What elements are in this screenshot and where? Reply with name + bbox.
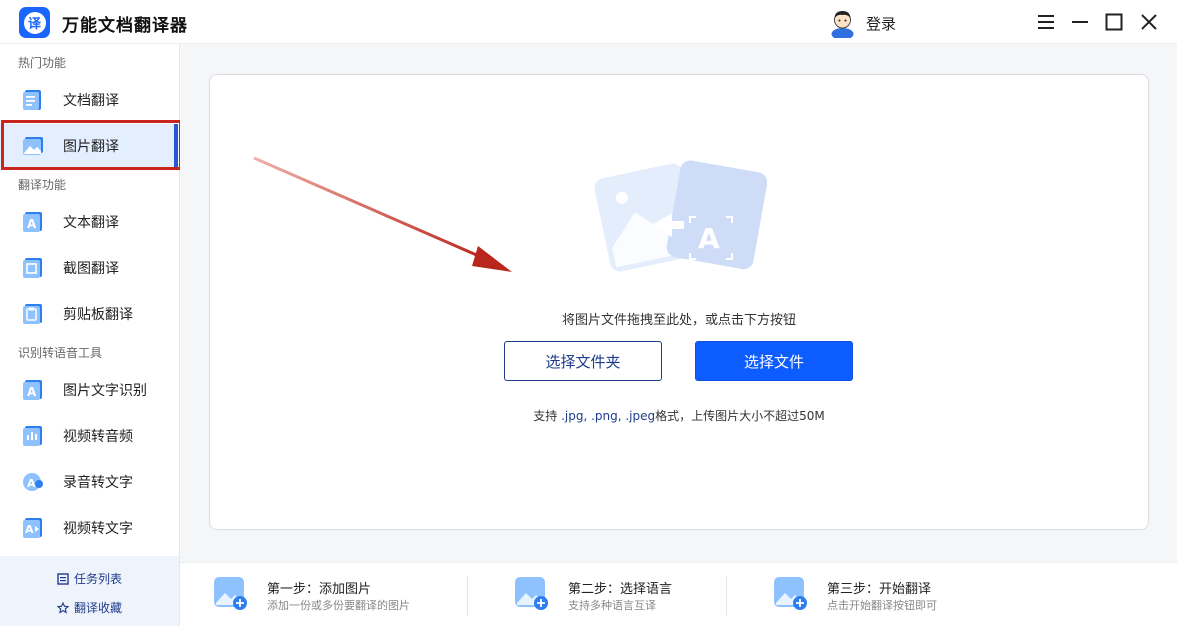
sidebar-item-label: 录音转文字 bbox=[63, 475, 133, 491]
support-formats: .jpg, .png, .jpeg bbox=[557, 409, 656, 423]
image-translate-illustration-icon: A bbox=[594, 160, 767, 272]
close-icon bbox=[1141, 14, 1157, 30]
svg-text:A: A bbox=[27, 477, 36, 490]
sidebar-item-label: 文档翻译 bbox=[63, 93, 119, 109]
drop-zone[interactable] bbox=[209, 74, 1149, 530]
menu-button[interactable] bbox=[1034, 10, 1058, 34]
step-desc: 点击开始翻译按钮即可 bbox=[827, 599, 937, 612]
support-prefix: 支持 bbox=[533, 409, 558, 423]
minimize-icon bbox=[1072, 21, 1088, 23]
sidebar: 热门功能 文档翻译 图片翻译 翻译功能 A 文本翻译 截图翻译 剪贴板翻译 识别… bbox=[0, 44, 180, 626]
select-file-button[interactable]: 选择文件 bbox=[695, 341, 853, 381]
sidebar-item-clipboard-translate[interactable]: 剪贴板翻译 bbox=[0, 292, 178, 336]
ocr-icon: A bbox=[23, 380, 42, 400]
step-divider bbox=[726, 576, 727, 616]
sidebar-item-label: 视频转音频 bbox=[63, 429, 133, 445]
sidebar-item-label: 图片文字识别 bbox=[63, 383, 147, 399]
app-logo-glyph: 译 bbox=[23, 11, 46, 34]
video-audio-icon bbox=[23, 426, 42, 446]
language-icon bbox=[515, 577, 548, 610]
select-folder-button[interactable]: 选择文件夹 bbox=[504, 341, 662, 381]
screenshot-icon bbox=[23, 258, 42, 278]
clipboard-icon bbox=[23, 304, 42, 324]
svg-text:A: A bbox=[27, 217, 37, 231]
support-info: 支持 .jpg, .png, .jpeg格式，上传图片大小不超过50M bbox=[209, 407, 1149, 424]
favorites-link[interactable]: 翻译收藏 bbox=[57, 599, 122, 616]
favorites-label: 翻译收藏 bbox=[74, 601, 123, 615]
start-translate-icon bbox=[774, 577, 807, 610]
app-logo: 译 bbox=[19, 7, 50, 38]
step-title: 第一步：添加图片 bbox=[267, 582, 372, 597]
task-list-label: 任务列表 bbox=[74, 572, 123, 586]
sidebar-item-text-translate[interactable]: A 文本翻译 bbox=[0, 200, 178, 244]
sidebar-item-label: 剪贴板翻译 bbox=[63, 307, 133, 323]
sidebar-item-label: 视频转文字 bbox=[63, 521, 133, 537]
sidebar-bottom: 任务列表 翻译收藏 bbox=[0, 556, 179, 626]
section-label-translate: 翻译功能 bbox=[18, 178, 67, 192]
sidebar-item-audio-to-text[interactable]: A 录音转文字 bbox=[0, 460, 178, 504]
add-image-icon bbox=[214, 577, 247, 610]
app-title: 万能文档翻译器 bbox=[62, 16, 188, 36]
sidebar-item-label: 文本翻译 bbox=[63, 215, 119, 231]
sidebar-item-image-translate[interactable]: 图片翻译 bbox=[0, 124, 178, 168]
sidebar-item-ocr[interactable]: A 图片文字识别 bbox=[0, 368, 178, 412]
star-icon bbox=[57, 601, 69, 614]
document-icon bbox=[23, 90, 41, 110]
text-icon: A bbox=[23, 212, 42, 232]
audio-text-icon: A bbox=[23, 473, 43, 491]
close-button[interactable] bbox=[1137, 10, 1161, 34]
task-list-link[interactable]: 任务列表 bbox=[57, 570, 122, 587]
maximize-icon bbox=[1105, 13, 1123, 31]
section-label-hot: 热门功能 bbox=[18, 56, 67, 70]
image-icon bbox=[23, 137, 43, 155]
svg-text:A: A bbox=[698, 222, 720, 255]
svg-text:A: A bbox=[27, 385, 37, 399]
maximize-button[interactable] bbox=[1102, 10, 1126, 34]
sidebar-item-screenshot-translate[interactable]: 截图翻译 bbox=[0, 246, 178, 290]
minimize-button[interactable] bbox=[1068, 10, 1092, 34]
login-link[interactable]: 登录 bbox=[866, 13, 896, 34]
step-divider bbox=[467, 576, 468, 616]
title-bar: 译 万能文档翻译器 登录 bbox=[0, 0, 1177, 44]
support-suffix: 格式，上传图片大小不超过50M bbox=[655, 409, 825, 423]
list-icon bbox=[57, 572, 69, 585]
svg-text:A: A bbox=[25, 523, 34, 536]
user-avatar-icon[interactable] bbox=[829, 8, 856, 38]
sidebar-item-video-to-text[interactable]: A 视频转文字 bbox=[0, 506, 178, 550]
step-desc: 添加一份或多份要翻译的图片 bbox=[267, 599, 410, 612]
section-label-recognize: 识别转语音工具 bbox=[18, 346, 103, 360]
step-desc: 支持多种语言互译 bbox=[568, 599, 656, 612]
sidebar-item-label: 图片翻译 bbox=[63, 139, 119, 155]
sidebar-item-label: 截图翻译 bbox=[63, 261, 119, 277]
step-title: 第二步：选择语言 bbox=[568, 582, 673, 597]
sidebar-item-document-translate[interactable]: 文档翻译 bbox=[0, 78, 178, 122]
sidebar-item-video-to-audio[interactable]: 视频转音频 bbox=[0, 414, 178, 458]
hamburger-icon bbox=[1038, 15, 1054, 29]
step-title: 第三步：开始翻译 bbox=[827, 582, 932, 597]
video-text-icon: A bbox=[23, 518, 42, 538]
drop-hint-text: 将图片文件拖拽至此处，或点击下方按钮 bbox=[561, 313, 796, 328]
